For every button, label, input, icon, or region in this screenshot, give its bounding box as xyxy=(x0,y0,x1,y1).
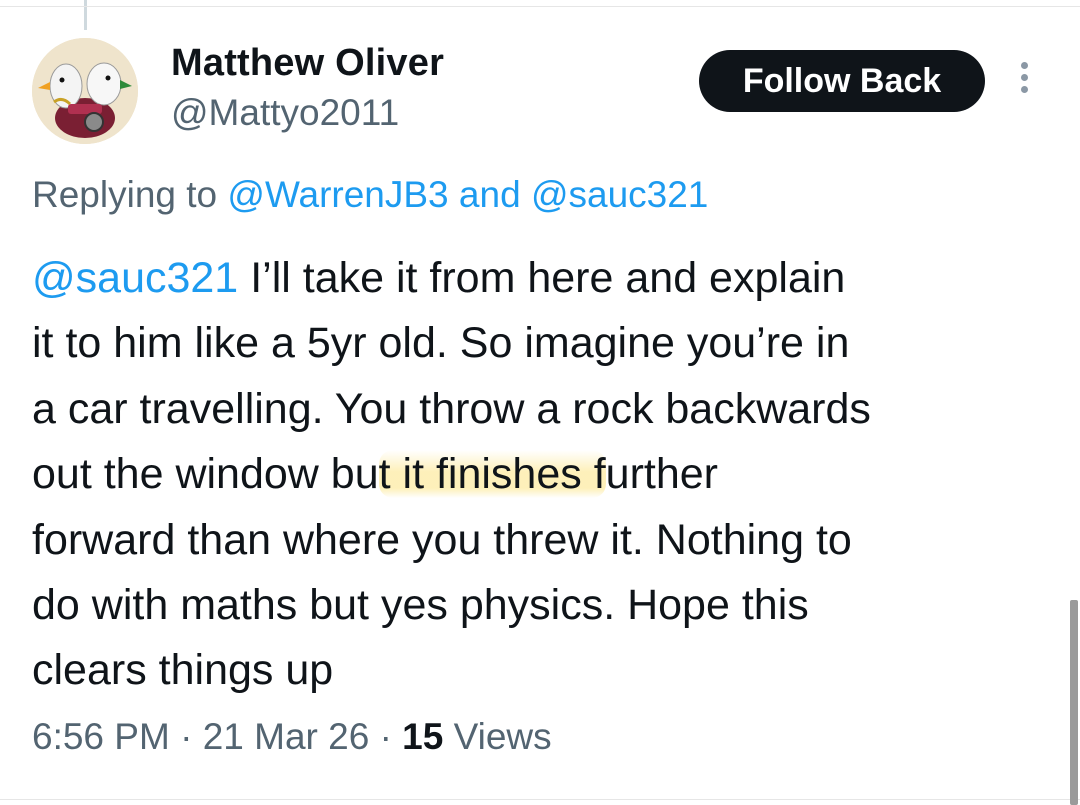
tweet-line: a car travelling. You throw a rock backw… xyxy=(32,384,871,433)
replying-user-link[interactable]: @sauc321 xyxy=(531,174,708,215)
divider xyxy=(0,799,1080,800)
views-label: Views xyxy=(453,716,552,757)
mention-link[interactable]: @sauc321 xyxy=(32,254,238,302)
tweet-line: forward than where you threw it. Nothing… xyxy=(32,515,852,564)
meta-separator: · xyxy=(379,716,392,757)
tweet-line: it to him like a 5yr old. So imagine you… xyxy=(32,319,850,368)
tweet-time[interactable]: 6:56 PM xyxy=(32,716,170,757)
tweet-text-fragment: urther xyxy=(605,450,718,499)
avatar[interactable] xyxy=(32,38,138,144)
divider xyxy=(0,6,1080,7)
follow-back-button[interactable]: Follow Back xyxy=(699,50,985,112)
tweet-text: @sauc321 I’ll take it from here and expl… xyxy=(32,246,1052,704)
replying-conjunction: and xyxy=(458,174,521,215)
avatar-image xyxy=(32,38,138,144)
thread-connector-line xyxy=(84,0,87,30)
tweet-line: @sauc321 I’ll take it from here and expl… xyxy=(32,246,1052,311)
replying-user-link[interactable]: @WarrenJB3 xyxy=(227,174,448,215)
replying-to-line: Replying to @WarrenJB3 and @sauc321 xyxy=(32,174,708,216)
tweet-text-fragment: I’ll take it from here and explain xyxy=(250,254,846,302)
scrollbar[interactable] xyxy=(1070,600,1078,805)
highlighted-text: t it finishes f xyxy=(378,450,606,499)
meta-separator: · xyxy=(180,716,193,757)
views-count: 15 xyxy=(402,716,444,757)
tweet-date[interactable]: 21 Mar 26 xyxy=(203,716,370,757)
tweet-text-fragment: out the window bu xyxy=(32,450,379,499)
more-vertical-icon[interactable] xyxy=(1012,62,1036,102)
tweet-line: clears things up xyxy=(32,646,334,695)
author-handle[interactable]: @Mattyo2011 xyxy=(171,92,399,134)
tweet-meta: 6:56 PM · 21 Mar 26 · 15 Views xyxy=(32,716,552,758)
author-display-name[interactable]: Matthew Oliver xyxy=(171,42,444,85)
tweet-line: do with maths but yes physics. Hope this xyxy=(32,580,809,629)
tweet-line: out the window but it finishes further xyxy=(32,442,1052,507)
replying-prefix: Replying to xyxy=(32,174,218,215)
